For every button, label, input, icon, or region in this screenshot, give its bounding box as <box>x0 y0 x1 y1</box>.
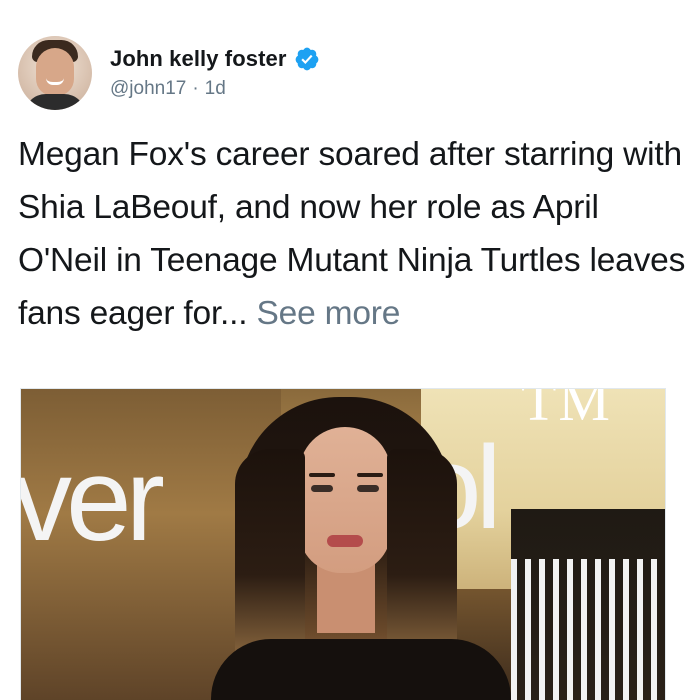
media-logo-mark <box>511 559 665 700</box>
tweet-text: Megan Fox's career soared after starring… <box>18 128 690 340</box>
avatar-shirt <box>24 94 86 110</box>
tweet-media-image[interactable]: TM ver ol <box>20 388 666 700</box>
tweet-header: John kelly foster @john17 · 1d <box>18 36 320 110</box>
user-handle[interactable]: @john17 <box>110 78 186 100</box>
verified-badge-icon <box>294 46 320 72</box>
media-person-brow-right <box>357 473 383 477</box>
meta-row: @john17 · 1d <box>110 78 320 100</box>
name-row: John kelly foster <box>110 46 320 72</box>
tweet-timestamp[interactable]: 1d <box>205 78 226 100</box>
media-person-brow-left <box>309 473 335 477</box>
media-person-jacket <box>211 639 511 700</box>
media-backdrop-top-text: TM <box>521 388 612 433</box>
user-identity: John kelly foster @john17 · 1d <box>110 46 320 100</box>
media-backdrop-text-left: ver <box>20 434 165 566</box>
see-more-link[interactable]: See more <box>257 295 401 332</box>
media-person-face <box>299 427 391 573</box>
display-name[interactable]: John kelly foster <box>110 46 287 72</box>
logo-bars <box>511 559 665 700</box>
media-person-lips <box>327 535 363 547</box>
meta-separator: · <box>192 78 199 99</box>
media-person-eye-left <box>311 485 333 492</box>
avatar[interactable] <box>18 36 92 110</box>
avatar-face <box>36 48 74 96</box>
media-person-eye-right <box>357 485 379 492</box>
